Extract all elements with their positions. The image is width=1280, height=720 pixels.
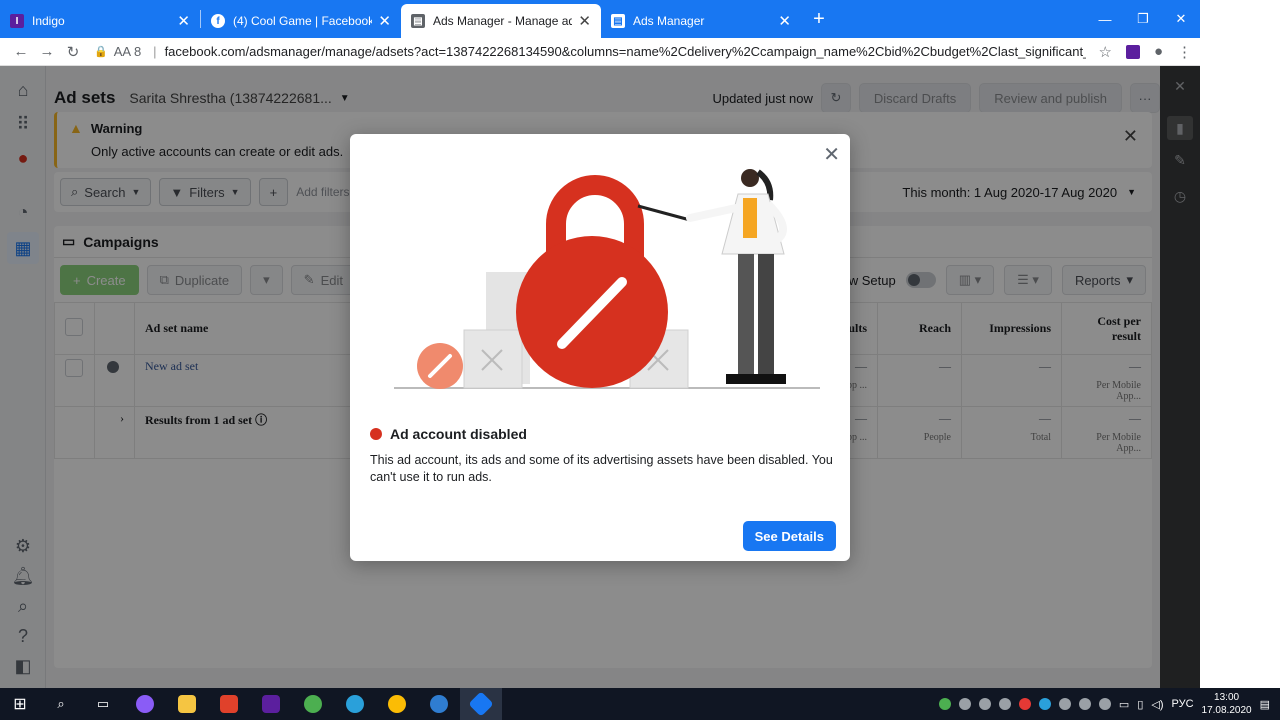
lock-icon — [370, 428, 382, 440]
see-details-button[interactable]: See Details — [742, 521, 836, 551]
right-edge-blank — [1200, 0, 1280, 688]
browser-tab-indigo[interactable]: I Indigo ✕ — [0, 4, 200, 38]
tray-app-icon[interactable] — [1058, 698, 1071, 710]
windows-start-icon[interactable]: ⊞ — [0, 694, 40, 714]
close-tab-icon[interactable]: ✕ — [177, 12, 190, 30]
tab-title: Ads Manager - Manage ads - Ad — [433, 14, 573, 28]
close-tab-icon[interactable]: ✕ — [378, 12, 391, 30]
forward-arrow-icon[interactable]: → — [34, 43, 60, 60]
indigo-icon: I — [10, 14, 24, 28]
minimize-icon[interactable]: — — [1086, 0, 1124, 38]
browser-tab-bar: I Indigo ✕ f (4) Cool Game | Facebook ✕ … — [0, 0, 1200, 38]
volume-icon[interactable]: ◁) — [1151, 698, 1163, 711]
tray-app-icon[interactable] — [1098, 698, 1111, 710]
browser-tab-ads-manager[interactable]: ▤ Ads Manager ✕ — [601, 4, 801, 38]
language-indicator[interactable]: РУС — [1172, 698, 1194, 710]
tab-title: (4) Cool Game | Facebook — [233, 14, 373, 28]
tray-app-icon[interactable] — [1018, 698, 1031, 710]
utorrent-icon[interactable] — [292, 695, 334, 713]
facebook-icon: f — [211, 14, 225, 28]
file-explorer-icon[interactable] — [166, 695, 208, 713]
dialog-description: This ad account, its ads and some of its… — [370, 453, 833, 484]
reload-icon[interactable]: ↻ — [60, 43, 86, 61]
maximize-icon[interactable]: ❐ — [1124, 0, 1162, 38]
tray-app-icon[interactable] — [938, 698, 951, 710]
tab-title: Indigo — [32, 14, 65, 28]
clock[interactable]: 13:00 17.08.2020 — [1202, 691, 1252, 717]
task-view-icon[interactable]: ▭ — [82, 696, 124, 712]
yandex-browser-icon[interactable] — [208, 695, 250, 713]
menu-icon[interactable]: ⋮ — [1177, 43, 1192, 61]
close-tab-icon[interactable]: ✕ — [778, 12, 791, 30]
aa-badge: AA 8 — [113, 44, 142, 59]
bookmark-star-icon[interactable]: ☆ — [1098, 43, 1111, 61]
windows-taskbar: ⊞ ⌕ ▭ ▭ ▯ ◁) РУС 13:00 17.08.2020 ▤ — [0, 688, 1280, 720]
chrome-icon[interactable] — [376, 695, 418, 713]
url-field[interactable]: 🔒 AA 8 | facebook.com/adsmanager/manage/… — [94, 44, 1086, 59]
close-tab-icon[interactable]: ✕ — [578, 12, 591, 30]
close-window-icon[interactable]: ✕ — [1162, 0, 1200, 38]
ads-manager-icon: ▤ — [411, 14, 425, 28]
ad-account-disabled-dialog: ✕ Ad account disabled This ad account, i… — [350, 134, 850, 561]
dialog-title: Ad account disabled — [370, 426, 527, 442]
browser-tab-facebook[interactable]: f (4) Cool Game | Facebook ✕ — [201, 4, 401, 38]
battery-icon[interactable]: ▭ — [1119, 698, 1129, 711]
address-bar: ← → ↻ 🔒 AA 8 | facebook.com/adsmanager/m… — [0, 38, 1200, 66]
notifications-icon[interactable]: ▤ — [1260, 698, 1270, 711]
back-arrow-icon[interactable]: ← — [8, 43, 34, 60]
tray-app-icon[interactable] — [958, 698, 971, 710]
telegram-icon[interactable] — [334, 695, 376, 713]
network-icon[interactable]: ▯ — [1137, 698, 1143, 711]
lock-icon: 🔒 — [94, 46, 108, 58]
system-tray: ▭ ▯ ◁) РУС 13:00 17.08.2020 ▤ — [938, 691, 1280, 717]
active-app-icon[interactable] — [460, 688, 502, 720]
profile-icon[interactable]: ● — [1154, 43, 1163, 60]
new-tab-button[interactable]: + — [801, 8, 837, 31]
browser-app-icon[interactable] — [418, 695, 460, 713]
window-controls: — ❐ ✕ — [1086, 0, 1200, 38]
browser-tab-ads-manager-manage[interactable]: ▤ Ads Manager - Manage ads - Ad ✕ — [401, 4, 601, 38]
alice-app-icon[interactable] — [124, 695, 166, 713]
tray-app-icon[interactable] — [998, 698, 1011, 710]
search-icon[interactable]: ⌕ — [40, 696, 82, 712]
tray-app-icon[interactable] — [1038, 698, 1051, 710]
indigo-app-icon[interactable] — [250, 695, 292, 713]
tray-app-icon[interactable] — [1078, 698, 1091, 710]
tray-app-icon[interactable] — [978, 698, 991, 710]
url-text: facebook.com/adsmanager/manage/adsets?ac… — [164, 44, 1087, 59]
extension-icon[interactable] — [1125, 44, 1140, 59]
disabled-account-illustration — [394, 169, 820, 389]
tab-title: Ads Manager — [633, 14, 705, 28]
ads-manager-icon: ▤ — [611, 14, 625, 28]
